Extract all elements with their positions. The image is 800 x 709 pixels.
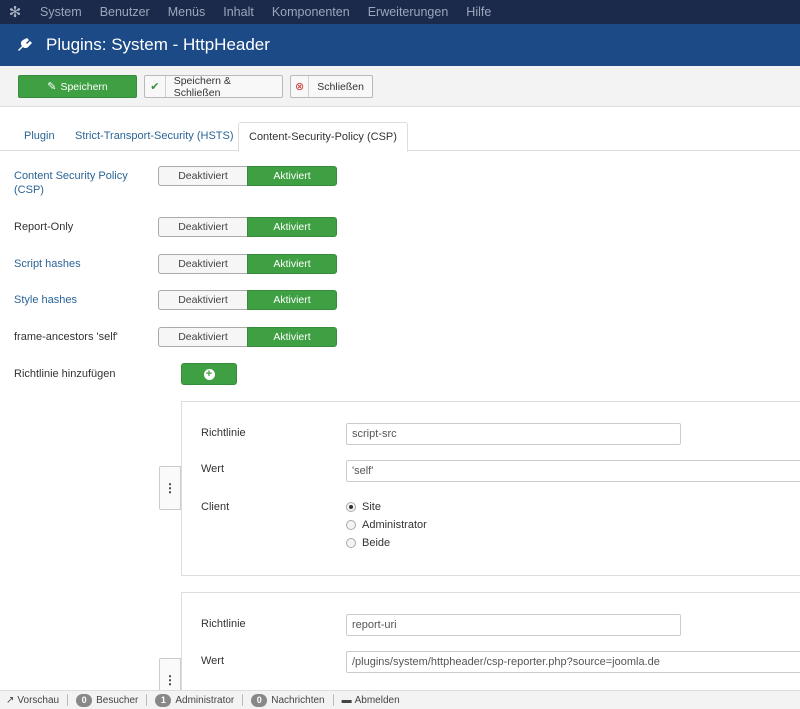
divider xyxy=(146,694,148,706)
menu-benutzer[interactable]: Benutzer xyxy=(91,0,159,24)
save-button[interactable]: ✎ Speichern xyxy=(18,75,137,98)
csp-toggle-off[interactable]: Deaktiviert xyxy=(158,166,247,186)
csp-toggle[interactable]: Deaktiviert Aktiviert xyxy=(158,166,337,186)
visitors-count-badge: 0 xyxy=(76,693,93,707)
script-hashes-toggle-on[interactable]: Aktiviert xyxy=(247,254,337,274)
preview-link[interactable]: Vorschau xyxy=(17,695,59,706)
save-button-label: Speichern xyxy=(60,80,108,93)
directive-input[interactable]: script-src xyxy=(346,423,681,445)
csp-toggle-on[interactable]: Aktiviert xyxy=(247,166,337,186)
client-radio-beide[interactable]: Beide xyxy=(346,537,390,549)
frame-ancestors-label: frame-ancestors 'self' xyxy=(14,331,118,343)
logout-link[interactable]: Abmelden xyxy=(355,695,400,706)
save-close-button[interactable]: ✔ Speichern & Schließen xyxy=(144,74,283,99)
value-input[interactable]: /plugins/system/httpheader/csp-reporter.… xyxy=(346,651,800,673)
client-radio-site[interactable]: Site xyxy=(346,501,381,513)
messages-count-badge: 0 xyxy=(251,693,268,707)
tab-hsts[interactable]: Strict-Transport-Security (HSTS) xyxy=(65,122,244,151)
external-link-icon: ↗ xyxy=(6,694,15,706)
style-hashes-toggle-off[interactable]: Deaktiviert xyxy=(158,290,247,310)
tab-plugin[interactable]: Plugin xyxy=(14,122,65,151)
top-navigation: ✻ System Benutzer Menüs Inhalt Komponent… xyxy=(0,0,800,24)
csp-label: Content Security Policy (CSP) xyxy=(14,170,128,196)
radio-unchecked-icon[interactable] xyxy=(346,538,356,548)
style-hashes-toggle[interactable]: Deaktiviert Aktiviert xyxy=(158,290,337,310)
menu-inhalt[interactable]: Inhalt xyxy=(214,0,263,24)
frame-ancestors-toggle[interactable]: Deaktiviert Aktiviert xyxy=(158,327,337,347)
report-only-toggle-on[interactable]: Aktiviert xyxy=(247,217,337,237)
tab-csp[interactable]: Content-Security-Policy (CSP) xyxy=(238,122,408,152)
report-only-toggle-off[interactable]: Deaktiviert xyxy=(158,217,247,237)
client-option-label: Beide xyxy=(362,537,391,549)
save-close-button-label: Speichern & Schließen xyxy=(173,74,231,99)
directive-input[interactable]: report-uri xyxy=(346,614,681,636)
page-header: Plugins: System - HttpHeader xyxy=(0,24,800,66)
frame-ancestors-toggle-on[interactable]: Aktiviert xyxy=(247,327,337,347)
add-directive-label: Richtlinie hinzufügen xyxy=(14,368,116,380)
checkmark-icon: ✔ xyxy=(145,76,166,97)
cancel-icon: ⊗ xyxy=(291,76,310,97)
close-button-label: Schließen xyxy=(317,80,364,93)
value-label: Wert xyxy=(201,463,225,475)
joomla-logo-icon[interactable]: ✻ xyxy=(0,0,30,24)
style-hashes-label: Style hashes xyxy=(14,294,77,306)
menu-menues[interactable]: Menüs xyxy=(159,0,215,24)
divider xyxy=(67,694,69,706)
menu-komponenten[interactable]: Komponenten xyxy=(263,0,359,24)
plug-icon xyxy=(16,35,36,55)
menu-hilfe[interactable]: Hilfe xyxy=(457,0,500,24)
visitors-label: Besucher xyxy=(96,694,139,706)
frame-ancestors-toggle-off[interactable]: Deaktiviert xyxy=(158,327,247,347)
client-option-label: Administrator xyxy=(362,519,427,531)
report-only-toggle[interactable]: Deaktiviert Aktiviert xyxy=(158,217,337,237)
script-hashes-toggle[interactable]: Deaktiviert Aktiviert xyxy=(158,254,337,274)
directive-label: Richtlinie xyxy=(201,618,246,630)
drag-handle-icon[interactable]: ⋮ xyxy=(159,466,181,510)
menu-erweiterungen[interactable]: Erweiterungen xyxy=(359,0,458,24)
report-only-label: Report-Only xyxy=(14,221,74,233)
client-label: Client xyxy=(201,501,230,513)
style-hashes-toggle-on[interactable]: Aktiviert xyxy=(247,290,337,310)
script-hashes-toggle-off[interactable]: Deaktiviert xyxy=(158,254,247,274)
divider xyxy=(332,694,334,706)
admin-count-badge: 1 xyxy=(155,693,172,707)
script-hashes-label: Script hashes xyxy=(14,258,81,270)
directive-label: Richtlinie xyxy=(201,427,246,439)
menu-system[interactable]: System xyxy=(30,0,91,24)
edit-icon: ✎ xyxy=(47,81,57,93)
add-directive-button[interactable]: + xyxy=(181,363,237,385)
divider xyxy=(242,694,244,706)
tab-bar: Plugin Strict-Transport-Security (HSTS) … xyxy=(0,122,800,152)
plus-circle-icon: + xyxy=(203,368,215,380)
radio-checked-icon[interactable] xyxy=(346,502,356,512)
radio-unchecked-icon[interactable] xyxy=(346,520,356,530)
status-bar: ↗ Vorschau 0 Besucher 1 Administrator 0 … xyxy=(0,690,800,709)
admin-label: Administrator xyxy=(175,694,235,706)
value-input[interactable]: 'self' xyxy=(346,460,800,482)
client-option-label: Site xyxy=(362,501,381,513)
client-radio-administrator[interactable]: Administrator xyxy=(346,519,427,531)
page-title: Plugins: System - HttpHeader xyxy=(46,35,270,54)
messages-label: Nachrichten xyxy=(271,694,325,706)
value-label: Wert xyxy=(201,655,225,667)
close-button[interactable]: ⊗ Schließen xyxy=(290,75,373,98)
minus-icon: ▬ xyxy=(341,694,352,706)
